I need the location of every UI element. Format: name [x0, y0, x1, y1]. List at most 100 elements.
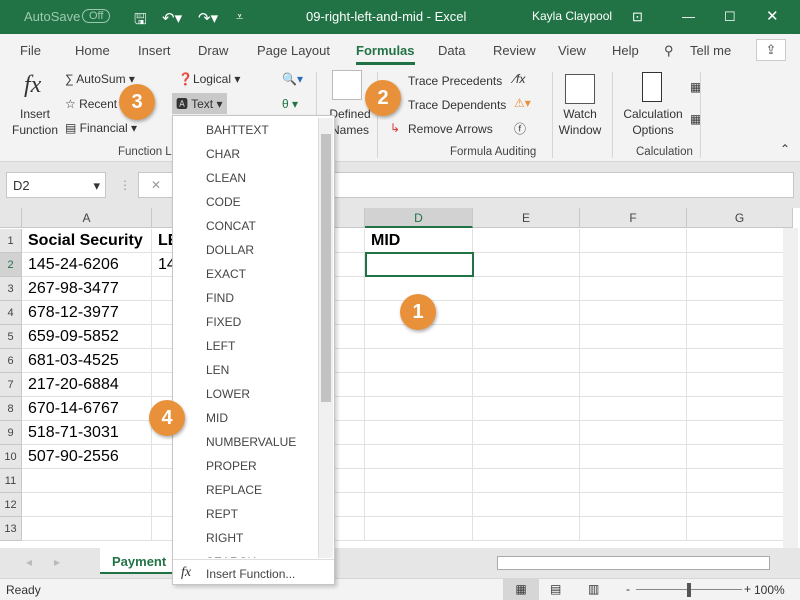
sheet-tab-payment[interactable]: Payment — [100, 548, 172, 574]
tab-help[interactable]: Help — [612, 43, 639, 58]
cancel-icon[interactable]: ✕ — [151, 178, 161, 192]
column-header-A[interactable]: A — [22, 208, 152, 228]
recent-button[interactable]: ☆ Recent — [65, 97, 117, 111]
cell-A11[interactable] — [22, 469, 152, 493]
row-header-2[interactable]: 2 — [0, 253, 22, 277]
search-icon[interactable]: ⚲ — [664, 43, 674, 59]
cell-A9[interactable]: 518-71-3031 — [22, 421, 152, 445]
cell-G13[interactable] — [687, 517, 793, 541]
cell-A12[interactable] — [22, 493, 152, 517]
cell-F6[interactable] — [580, 349, 687, 373]
cell-G7[interactable] — [687, 373, 793, 397]
autosum-button[interactable]: ∑ AutoSum ▾ — [65, 72, 135, 86]
tell-me[interactable]: Tell me — [690, 43, 731, 58]
cell-G1[interactable] — [687, 229, 793, 253]
cell-A13[interactable] — [22, 517, 152, 541]
cell-A8[interactable]: 670-14-6767 — [22, 397, 152, 421]
menu-item-replace[interactable]: REPLACE — [206, 483, 262, 497]
trace-dependents-button[interactable]: Trace Dependents — [408, 98, 506, 112]
tab-draw[interactable]: Draw — [198, 43, 228, 58]
tab-formulas[interactable]: Formulas — [356, 43, 415, 65]
cell-A10[interactable]: 507-90-2556 — [22, 445, 152, 469]
cell-F9[interactable] — [580, 421, 687, 445]
customize-icon[interactable]: ⩡ — [236, 9, 243, 25]
trace-precedents-button[interactable]: Trace Precedents — [408, 74, 502, 88]
menu-item-rept[interactable]: REPT — [206, 507, 238, 521]
error-checking-icon[interactable]: ⚠▾ — [514, 96, 531, 110]
cell-D8[interactable] — [365, 397, 473, 421]
menu-item-clean[interactable]: CLEAN — [206, 171, 246, 185]
cell-E10[interactable] — [473, 445, 580, 469]
zoom-out-icon[interactable]: - — [626, 582, 630, 596]
row-header-5[interactable]: 5 — [0, 325, 22, 349]
minimize-icon[interactable]: — — [682, 9, 695, 24]
collapse-ribbon-icon[interactable]: ⌃ — [780, 142, 790, 156]
column-header-D[interactable]: D — [365, 208, 473, 228]
column-header-E[interactable]: E — [473, 208, 580, 228]
zoom-slider-thumb[interactable] — [687, 583, 691, 597]
cell-A2[interactable]: 145-24-6206 — [22, 253, 152, 277]
calculation-options-button[interactable]: Calculation Options — [620, 106, 686, 138]
row-header-3[interactable]: 3 — [0, 277, 22, 301]
maximize-icon[interactable]: ☐ — [724, 9, 736, 25]
cell-G11[interactable] — [687, 469, 793, 493]
row-header-13[interactable]: 13 — [0, 517, 22, 541]
cell-F1[interactable] — [580, 229, 687, 253]
cell-F5[interactable] — [580, 325, 687, 349]
menu-item-code[interactable]: CODE — [206, 195, 241, 209]
row-header-1[interactable]: 1 — [0, 229, 22, 253]
share-button[interactable]: ⇪ — [756, 39, 786, 61]
menu-item-dollar[interactable]: DOLLAR — [206, 243, 254, 257]
cell-F2[interactable] — [580, 253, 687, 277]
cell-D13[interactable] — [365, 517, 473, 541]
scrollbar-thumb[interactable] — [321, 134, 331, 402]
cell-G5[interactable] — [687, 325, 793, 349]
insert-function-button[interactable]: Insert Function — [10, 106, 60, 138]
row-header-9[interactable]: 9 — [0, 421, 22, 445]
lookup-icon[interactable]: 🔍▾ — [282, 72, 303, 86]
cell-F8[interactable] — [580, 397, 687, 421]
worksheet-grid[interactable]: ABCDEFG1Social SecurityLEMID2145-24-6206… — [0, 208, 800, 548]
cell-F13[interactable] — [580, 517, 687, 541]
cell-E1[interactable] — [473, 229, 580, 253]
autosave-toggle[interactable]: Off — [82, 9, 111, 23]
tab-home[interactable]: Home — [75, 43, 110, 58]
cell-A3[interactable]: 267-98-3477 — [22, 277, 152, 301]
column-header-G[interactable]: G — [687, 208, 793, 228]
row-header-11[interactable]: 11 — [0, 469, 22, 493]
cell-E9[interactable] — [473, 421, 580, 445]
select-all[interactable] — [0, 208, 22, 228]
menu-item-concat[interactable]: CONCAT — [206, 219, 256, 233]
text-button[interactable]: 🅰 Text ▾ — [172, 93, 227, 114]
cell-F7[interactable] — [580, 373, 687, 397]
dropdown-scrollbar[interactable] — [318, 118, 333, 558]
cell-D9[interactable] — [365, 421, 473, 445]
undo-icon[interactable]: ↶▾ — [162, 9, 182, 27]
menu-item-len[interactable]: LEN — [206, 363, 229, 377]
user-name[interactable]: Kayla Claypool — [532, 9, 612, 23]
cell-A5[interactable]: 659-09-5852 — [22, 325, 152, 349]
zoom-in-icon[interactable]: + — [744, 582, 751, 596]
ribbon-display-icon[interactable]: ⊡ — [632, 9, 643, 25]
menu-item-numbervalue[interactable]: NUMBERVALUE — [206, 435, 296, 449]
menu-item-right[interactable]: RIGHT — [206, 531, 243, 545]
cell-G8[interactable] — [687, 397, 793, 421]
name-box[interactable]: D2 ▾ — [6, 172, 106, 198]
normal-view-icon[interactable]: ▦ — [503, 579, 539, 600]
logical-button[interactable]: ❓Logical ▾ — [178, 72, 240, 86]
row-header-10[interactable]: 10 — [0, 445, 22, 469]
cell-E5[interactable] — [473, 325, 580, 349]
cell-G4[interactable] — [687, 301, 793, 325]
cell-E8[interactable] — [473, 397, 580, 421]
evaluate-formula-icon[interactable]: ⓕ — [514, 120, 526, 137]
cell-G10[interactable] — [687, 445, 793, 469]
financial-button[interactable]: ▤ Financial ▾ — [65, 121, 137, 135]
tab-view[interactable]: View — [558, 43, 586, 58]
save-icon[interactable]: 🖫 — [134, 9, 147, 34]
redo-icon[interactable]: ↷▾ — [198, 9, 218, 27]
active-cell-D2[interactable] — [365, 252, 474, 277]
cell-F3[interactable] — [580, 277, 687, 301]
menu-item-exact[interactable]: EXACT — [206, 267, 246, 281]
math-trig-icon[interactable]: θ ▾ — [282, 97, 298, 111]
cell-A7[interactable]: 217-20-6884 — [22, 373, 152, 397]
